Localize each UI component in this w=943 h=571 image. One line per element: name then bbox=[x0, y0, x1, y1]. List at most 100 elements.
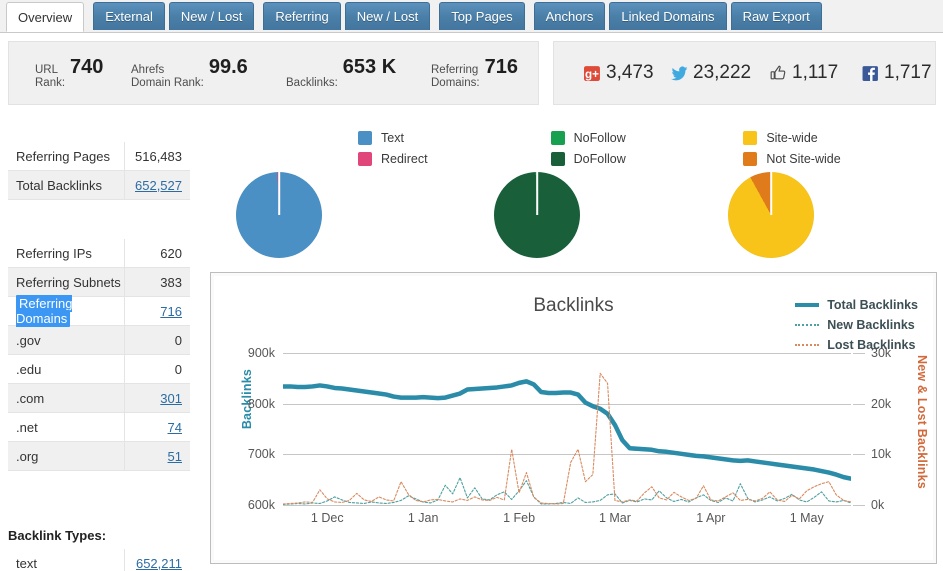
pie-legend-column: Text Redirect bbox=[358, 127, 551, 169]
sidebar-row-value[interactable]: 51 bbox=[124, 441, 190, 471]
sidebar-value-link[interactable]: 652,527 bbox=[135, 178, 182, 193]
sidebar-row: .edu 0 bbox=[8, 354, 190, 384]
sidebar-row: .net 74 bbox=[8, 412, 190, 442]
sidebar-row-label: text bbox=[16, 555, 37, 571]
pie-legend-label: Site-wide bbox=[766, 130, 818, 145]
tab-raw-export[interactable]: Raw Export bbox=[730, 2, 822, 30]
sidebar-row-label: Total Backlinks bbox=[16, 177, 102, 193]
social-stat-thumbs-up: 1,117 bbox=[770, 62, 838, 84]
sidebar-row-value: 620 bbox=[124, 238, 190, 268]
x-axis-tick: 1 Mar bbox=[598, 511, 631, 525]
sidebar-row-label: .gov bbox=[16, 332, 41, 348]
y-axis-tick-left: 800k bbox=[247, 396, 275, 411]
follow-pie bbox=[494, 172, 580, 258]
tab-new-lost[interactable]: New / Lost bbox=[344, 2, 431, 30]
stat-label-line2: Backlinks: bbox=[286, 77, 338, 89]
tab-anchors[interactable]: Anchors bbox=[533, 2, 606, 30]
twitter-icon bbox=[671, 66, 688, 80]
chart-legend: Total Backlinks New Backlinks Lost Backlin… bbox=[795, 295, 918, 355]
tab-external[interactable]: External bbox=[93, 2, 165, 30]
sidebar-row: .gov 0 bbox=[8, 325, 190, 355]
pie-legend-label: Not Site-wide bbox=[766, 151, 841, 166]
stat-label-line2: Domain Rank: bbox=[131, 77, 204, 89]
tab-new-lost[interactable]: New / Lost bbox=[168, 2, 255, 30]
pie-chart-row bbox=[218, 172, 936, 264]
sidebar-row: .com 301 bbox=[8, 383, 190, 413]
sidebar-row-label: .org bbox=[16, 448, 39, 464]
pie-legend-item: Not Site-wide bbox=[743, 148, 936, 169]
y-axis-tick-right: 20k bbox=[871, 396, 892, 411]
google-plus-icon: g+ bbox=[584, 65, 600, 81]
stat-label: URL Rank: bbox=[35, 64, 65, 90]
facebook-icon bbox=[862, 65, 878, 81]
chart-series-line bbox=[283, 379, 851, 481]
chart-legend-label: Total Backlinks bbox=[827, 298, 918, 312]
stat-label-line2: Rank: bbox=[35, 77, 66, 89]
sidebar-value-link[interactable]: 51 bbox=[168, 449, 182, 464]
stat-label-line1: Referring bbox=[431, 63, 479, 76]
backlinks-chart-panel: Backlinks Total Backlinks New Backlinks Lo… bbox=[210, 272, 937, 564]
pie-slice-separator bbox=[536, 172, 538, 215]
pie-slice-separator bbox=[278, 172, 280, 215]
sidebar-row-label: Referring Subnets bbox=[16, 274, 121, 290]
social-stat-twitter: 23,222 bbox=[671, 62, 751, 84]
legend-swatch-icon bbox=[743, 151, 758, 166]
y-axis-tick-left: 900k bbox=[247, 346, 275, 360]
link-type-pie bbox=[236, 172, 322, 258]
chart-legend-item: New Backlinks bbox=[795, 315, 918, 335]
stat-label-line1: URL bbox=[35, 63, 59, 76]
svg-text:g+: g+ bbox=[585, 67, 599, 80]
sitewide-pie bbox=[728, 172, 814, 258]
pie-legend-item: Text bbox=[358, 127, 551, 148]
y-axis-label-right: New & Lost Backlinks bbox=[915, 355, 929, 489]
social-count: 1,717 bbox=[884, 62, 932, 83]
pie-legend-item: Site-wide bbox=[743, 127, 936, 148]
sidebar-value-link[interactable]: 301 bbox=[160, 391, 182, 406]
sidebar-value-link[interactable]: 74 bbox=[168, 420, 182, 435]
thumbs-up-icon bbox=[770, 65, 786, 79]
stat-label-line2: Domains: bbox=[431, 77, 480, 89]
sidebar-row-value[interactable]: 301 bbox=[124, 383, 190, 413]
x-axis-tick: 1 Dec bbox=[310, 511, 344, 525]
sidebar-row-value: 0 bbox=[124, 325, 190, 355]
stat-rank: URL Rank: 740 bbox=[35, 56, 103, 90]
tab-linked-domains[interactable]: Linked Domains bbox=[609, 2, 727, 30]
sidebar-row-value[interactable]: 716 bbox=[124, 296, 190, 326]
sidebar-value-link[interactable]: 716 bbox=[160, 304, 182, 319]
legend-swatch-icon bbox=[358, 151, 372, 166]
sidebar-row: Referring Subnets 383 bbox=[8, 267, 190, 297]
x-axis-tick: 1 Apr bbox=[696, 511, 726, 525]
pie-legend-item: DoFollow bbox=[550, 148, 744, 169]
stat-label-line1: Ahrefs bbox=[131, 63, 165, 76]
stat-label: Backlinks: bbox=[286, 64, 338, 90]
sidebar-row-label: Referring Domains bbox=[8, 295, 124, 327]
x-axis-tick: 1 Jan bbox=[407, 511, 439, 525]
chart-series-svg bbox=[283, 372, 851, 506]
sidebar-row-value[interactable]: 74 bbox=[124, 412, 190, 442]
sidebar-row-label: Referring Pages bbox=[16, 148, 110, 164]
y-axis-tick-mark-right bbox=[853, 403, 865, 405]
stat-value: 653 K bbox=[342, 55, 397, 78]
sidebar-group-backlink-types: Backlink Types: text 652,211 bbox=[8, 528, 190, 571]
sidebar-row: Total Backlinks 652,527 bbox=[8, 170, 190, 200]
sidebar-row: Referring IPs 620 bbox=[8, 238, 190, 268]
tab-top-pages[interactable]: Top Pages bbox=[439, 2, 525, 30]
tab-overview[interactable]: Overview bbox=[6, 2, 85, 32]
x-axis-tick: 1 May bbox=[789, 511, 824, 525]
social-count: 1,117 bbox=[792, 62, 839, 83]
tab-referring[interactable]: Referring bbox=[263, 2, 341, 30]
sidebar-row-value: 383 bbox=[124, 267, 190, 297]
stat-value: 99.6 bbox=[208, 55, 248, 78]
sidebar-row-value[interactable]: 652,211 bbox=[124, 548, 190, 571]
sidebar-value-link[interactable]: 652,211 bbox=[136, 556, 182, 571]
sidebar-row-label: .net bbox=[16, 419, 38, 435]
sidebar-row-label: .edu bbox=[16, 361, 42, 377]
social-shares-panel: g+ 3,473 23,222 1,117 1,717 bbox=[553, 41, 936, 105]
sidebar-row-label: Referring IPs bbox=[16, 245, 92, 261]
sidebar-row-value: 516,483 bbox=[124, 141, 190, 171]
social-count: 3,473 bbox=[606, 62, 654, 83]
sidebar-row-value[interactable]: 652,527 bbox=[124, 170, 190, 200]
y-axis-tick-left: 600k bbox=[247, 498, 275, 512]
chart-plot-area: 600k 0k 700k 10k 800k 20k 900k 30k 1 Dec 1 Jan 1 F… bbox=[248, 346, 891, 525]
pie-legend-item: NoFollow bbox=[550, 127, 744, 148]
